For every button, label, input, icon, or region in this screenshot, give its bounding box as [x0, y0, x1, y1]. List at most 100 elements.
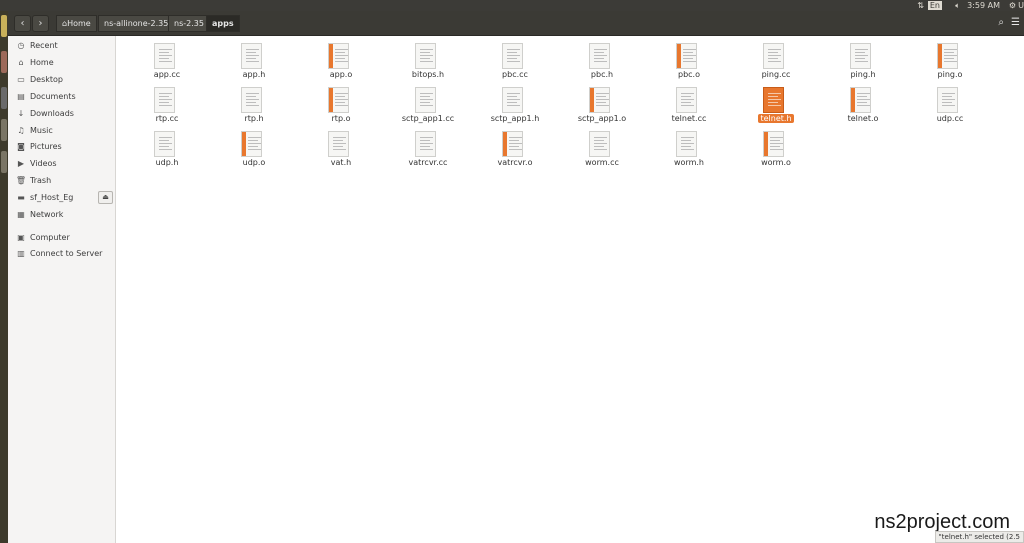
file-item[interactable]: worm.cc [562, 126, 642, 170]
file-item[interactable]: vatrcvr.cc [388, 126, 468, 170]
header-file-icon [154, 131, 175, 157]
file-item[interactable]: app.o [301, 38, 381, 82]
file-item[interactable]: vat.h [301, 126, 381, 170]
file-item[interactable]: sctp_app1.o [562, 82, 642, 126]
sidebar-item-desktop[interactable]: ▭ Desktop [8, 72, 116, 88]
breadcrumb-ns-allinone[interactable]: ns-allinone-2.35 [98, 15, 175, 32]
header-file-icon [415, 43, 436, 69]
file-name-text: worm.cc [585, 158, 619, 167]
file-name: app.cc [127, 70, 207, 79]
file-item[interactable]: pbc.o [649, 38, 729, 82]
network-icon: ▦ [17, 210, 25, 219]
sidebar-item-recent[interactable]: ◷ Recent [8, 38, 116, 54]
launcher-app-icon[interactable] [1, 51, 7, 73]
file-name: vatrcvr.cc [388, 158, 468, 167]
file-name-text: telnet.o [847, 114, 879, 123]
file-name-text: bitops.h [411, 70, 445, 79]
header-file-icon [763, 87, 784, 113]
file-name-text: ping.h [850, 70, 876, 79]
file-name-text: ping.cc [761, 70, 791, 79]
file-name-text: app.cc [153, 70, 181, 79]
file-item[interactable]: ping.cc [736, 38, 816, 82]
breadcrumb-ns-2-35[interactable]: ns-2.35 [168, 15, 210, 32]
file-item[interactable]: ping.o [910, 38, 990, 82]
launcher-app-icon[interactable] [1, 151, 7, 173]
launcher-app-icon[interactable] [1, 87, 7, 109]
launcher-app-icon[interactable] [1, 15, 7, 37]
back-button[interactable]: ‹ [14, 15, 31, 32]
file-item[interactable]: rtp.cc [127, 82, 207, 126]
top-panel: ⇅ En 🔈︎ 3:59 AM ⚙ U [0, 0, 1024, 11]
search-icon[interactable]: ⌕ [998, 17, 1004, 28]
file-name: sctp_app1.h [475, 114, 555, 123]
sidebar-item-downloads[interactable]: ↓ Downloads [8, 106, 116, 122]
file-item[interactable]: worm.h [649, 126, 729, 170]
sidebar-item-connect-to-server[interactable]: ▥ Connect to Server [8, 246, 116, 262]
network-arrows-icon[interactable]: ⇅ [917, 0, 924, 11]
file-item[interactable]: telnet.h [736, 82, 816, 126]
file-item[interactable]: udp.h [127, 126, 207, 170]
sidebar-item-trash[interactable]: 🗑︎ Trash [8, 173, 116, 189]
file-name: rtp.h [214, 114, 294, 123]
keyboard-indicator[interactable]: En [927, 1, 942, 10]
volume-icon[interactable]: 🔈︎ [955, 0, 960, 11]
cpp-source-file-icon [763, 43, 784, 69]
file-name-text: app.h [242, 70, 266, 79]
drive-icon: ▬ [17, 193, 25, 202]
file-item[interactable]: telnet.o [823, 82, 903, 126]
file-item[interactable]: sctp_app1.cc [388, 82, 468, 126]
file-item[interactable]: telnet.cc [649, 82, 729, 126]
sidebar-item-pictures[interactable]: ◙ Pictures [8, 139, 116, 155]
settings-gear-icon[interactable]: ⚙ [1009, 0, 1016, 11]
sidebar-item-music[interactable]: ♫ Music [8, 123, 116, 139]
file-name-text: udp.cc [936, 114, 964, 123]
file-name: udp.cc [910, 114, 990, 123]
file-item[interactable]: rtp.o [301, 82, 381, 126]
cpp-source-file-icon [937, 87, 958, 113]
file-item[interactable]: udp.cc [910, 82, 990, 126]
file-item[interactable]: ping.h [823, 38, 903, 82]
file-item[interactable]: vatrcvr.o [475, 126, 555, 170]
header-file-icon [328, 131, 349, 157]
sidebar-item-videos[interactable]: ▶ Videos [8, 156, 116, 172]
sidebar-item-documents[interactable]: ▤ Documents [8, 89, 116, 105]
eject-button[interactable]: ⏏ [98, 191, 113, 204]
sidebar-item-network[interactable]: ▦ Network [8, 207, 116, 223]
server-icon: ▥ [17, 249, 25, 258]
sidebar-item-sf-host-eg[interactable]: ▬ sf_Host_Eg ⏏ [8, 190, 116, 206]
file-name: vatrcvr.o [475, 158, 555, 167]
sidebar-item-home[interactable]: ⌂ Home [8, 55, 116, 71]
cpp-source-file-icon [589, 131, 610, 157]
breadcrumb-apps[interactable]: apps [206, 15, 240, 32]
file-item[interactable]: pbc.h [562, 38, 642, 82]
clock[interactable]: 3:59 AM [967, 0, 1000, 11]
file-item[interactable]: app.h [214, 38, 294, 82]
file-item[interactable]: bitops.h [388, 38, 468, 82]
object-file-icon [241, 131, 262, 157]
computer-icon: ▣ [17, 233, 25, 242]
file-name: pbc.o [649, 70, 729, 79]
sidebar-item-computer[interactable]: ▣ Computer [8, 230, 116, 246]
object-file-icon [589, 87, 610, 113]
menu-icon[interactable]: ☰ [1011, 17, 1020, 28]
forward-button[interactable]: › [32, 15, 49, 32]
file-item[interactable]: worm.o [736, 126, 816, 170]
launcher-app-icon[interactable] [1, 119, 7, 141]
file-name-text: worm.h [674, 158, 704, 167]
cpp-source-file-icon [154, 43, 175, 69]
file-item[interactable]: udp.o [214, 126, 294, 170]
user-indicator[interactable]: U [1018, 0, 1024, 11]
file-name-text: rtp.cc [155, 114, 179, 123]
file-name: telnet.o [823, 114, 903, 123]
desktop-icon: ▭ [17, 75, 25, 84]
file-name-text: rtp.h [244, 114, 264, 123]
file-name-text: app.o [329, 70, 353, 79]
file-name: rtp.cc [127, 114, 207, 123]
breadcrumb-home[interactable]: ⌂Home [56, 15, 97, 32]
file-item[interactable]: rtp.h [214, 82, 294, 126]
file-name: app.h [214, 70, 294, 79]
file-item[interactable]: app.cc [127, 38, 207, 82]
file-name: ping.o [910, 70, 990, 79]
file-item[interactable]: sctp_app1.h [475, 82, 555, 126]
file-item[interactable]: pbc.cc [475, 38, 555, 82]
